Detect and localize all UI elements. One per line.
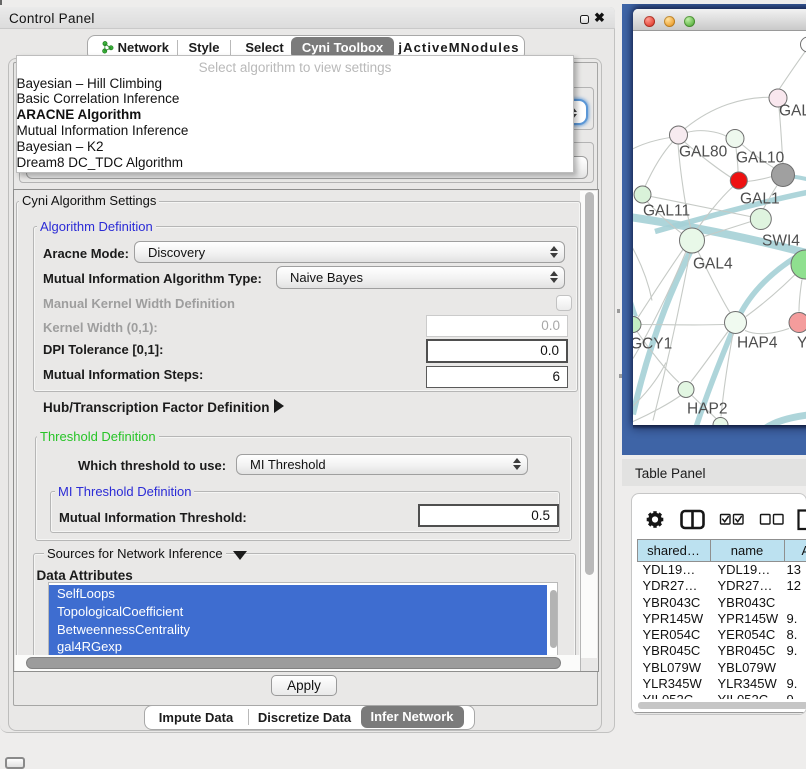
svg-text:GAL4: GAL4: [693, 255, 733, 272]
svg-text:GAL10: GAL10: [736, 149, 785, 166]
svg-text:GAL80: GAL80: [679, 143, 728, 160]
svg-text:SWI4: SWI4: [762, 232, 800, 249]
svg-text:GAL11: GAL11: [643, 202, 690, 219]
svg-text:GCY1: GCY1: [633, 335, 672, 352]
svg-text:GAL1: GAL1: [740, 190, 780, 207]
svg-text:HAP4: HAP4: [737, 334, 778, 351]
svg-text:HAP2: HAP2: [687, 400, 728, 417]
svg-text:GAL7: GAL7: [779, 102, 806, 119]
svg-text:YJ: YJ: [797, 334, 806, 351]
